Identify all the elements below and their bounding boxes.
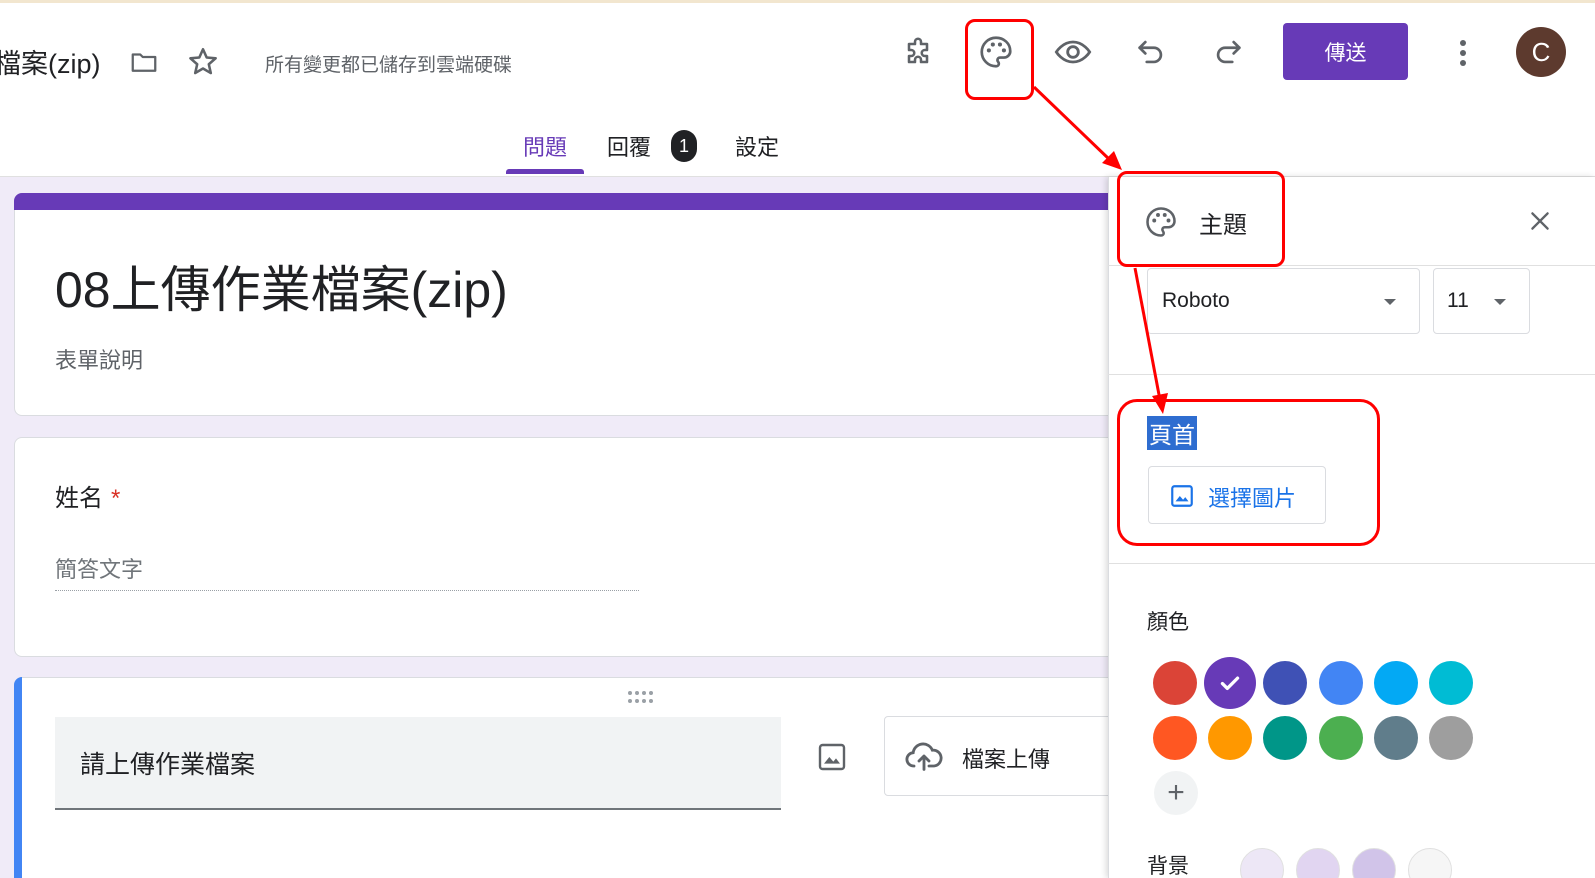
color-swatch[interactable] [1429,661,1473,705]
puzzle-icon[interactable] [896,31,940,75]
more-vert-icon[interactable] [1446,33,1480,73]
annotation-box-header-image [1117,399,1380,546]
avatar[interactable]: C [1516,27,1566,77]
tab-settings[interactable]: 設定 [735,130,779,162]
save-status: 所有變更都已儲存到雲端硬碟 [265,55,513,76]
tab-active-indicator [506,169,584,174]
color-swatch[interactable] [1373,716,1418,760]
responses-count-badge: 1 [671,130,697,162]
color-swatch[interactable] [1153,661,1197,705]
star-icon[interactable] [183,42,223,82]
color-swatch[interactable] [1318,661,1363,705]
tab-questions[interactable]: 問題 [523,130,567,162]
title-card-accent [14,193,1134,210]
cloud-upload-icon [902,736,946,776]
section-divider [1108,374,1595,375]
drag-handle-icon[interactable] [620,686,660,708]
chevron-down-icon [1494,299,1506,305]
doc-title[interactable]: 檔案(zip) [0,42,101,81]
color-swatch[interactable] [1208,716,1253,760]
short-answer-placeholder: 簡答文字 [55,557,144,582]
question-type-label: 檔案上傳 [962,747,1051,772]
annotation-box-theme-button [965,19,1034,100]
question-title-text: 姓名 [55,485,103,512]
tab-responses[interactable]: 回覆 [607,130,651,162]
section-divider [1108,563,1595,564]
close-icon[interactable] [1520,201,1560,241]
form-title[interactable]: 08上傳作業檔案(zip) [55,250,508,322]
question-title-text: 請上傳作業檔案 [80,751,256,779]
color-swatch[interactable] [1373,661,1418,705]
color-swatch[interactable] [1318,716,1363,760]
color-swatch[interactable] [1153,716,1197,760]
redo-icon[interactable] [1205,29,1251,75]
check-icon [1220,676,1240,691]
folder-icon[interactable] [124,44,164,80]
question-title: 姓名 * [55,478,120,513]
background-section-label: 背景 [1147,855,1189,878]
chevron-down-icon [1384,299,1396,305]
question-card[interactable] [14,437,1134,657]
short-answer-underline [55,590,639,591]
font-family-value: Roboto [1162,289,1230,312]
undo-icon[interactable] [1128,29,1174,75]
form-description[interactable]: 表單說明 [55,343,143,375]
required-asterisk: * [111,485,121,512]
image-icon[interactable] [812,737,852,777]
color-swatch[interactable] [1429,716,1473,760]
color-section-label: 顏色 [1147,611,1189,634]
send-button[interactable]: 傳送 [1283,23,1408,80]
font-size-value: 11 [1447,289,1469,312]
annotation-box-theme-title [1117,171,1285,267]
active-card-indicator [14,677,22,878]
add-custom-color-button[interactable]: + [1154,771,1198,815]
color-swatch[interactable] [1204,657,1257,709]
eye-icon[interactable] [1050,29,1096,75]
